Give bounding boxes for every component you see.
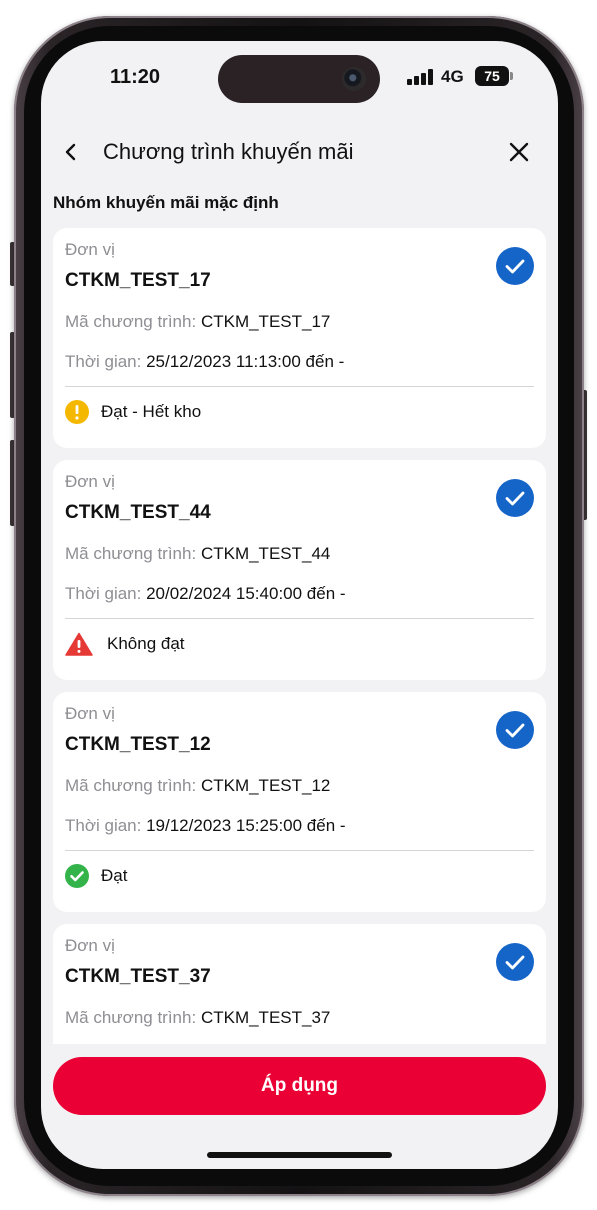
promotion-code: CTKM_TEST_37 [65,966,211,987]
phone-screen: 11:20 4G 75 Chương trình khuyến mãi Nhóm… [41,41,558,1169]
time-row: Thời gian: 19/12/2023 15:25:00 đến - [65,816,346,836]
status-text: Đạt [101,866,128,885]
program-value: CTKM_TEST_37 [200,1008,331,1027]
time-value: 19/12/2023 15:25:00 đến - [146,816,346,835]
dynamic-island [218,55,380,103]
program-label: Mã chương trình: [65,776,197,795]
battery-icon: 75 [475,66,509,86]
back-button[interactable] [59,137,83,167]
program-value: CTKM_TEST_44 [200,544,331,563]
status-row: Đạt [65,864,127,888]
divider [65,618,534,619]
time-label: Thời gian: [65,584,142,603]
status-row: Đạt - Hết kho [65,400,201,424]
battery-level: 75 [484,68,500,84]
status-text: Không đạt [107,634,185,653]
time-label: Thời gian: [65,816,142,835]
promotion-code: CTKM_TEST_17 [65,270,211,291]
time-row: Thời gian: 25/12/2023 11:13:00 đến - [65,352,344,372]
promotion-card[interactable]: Đơn vị CTKM_TEST_17 Mã chương trình: CTK… [53,228,546,448]
promotion-code: CTKM_TEST_44 [65,502,211,523]
network-label: 4G [441,67,464,86]
program-label: Mã chương trình: [65,312,197,331]
promotion-card[interactable]: Đơn vị CTKM_TEST_12 Mã chương trình: CTK… [53,692,546,912]
program-row: Mã chương trình: CTKM_TEST_37 [65,1008,330,1028]
check-icon[interactable] [496,711,534,749]
unit-label: Đơn vị [65,936,115,955]
program-row: Mã chương trình: CTKM_TEST_12 [65,776,330,796]
unit-label: Đơn vị [65,240,115,259]
apply-button[interactable]: Áp dụng [53,1057,546,1115]
camera-icon [342,67,366,91]
status-row: Không đạt [65,632,185,656]
program-label: Mã chương trình: [65,1008,197,1027]
success-check-icon [65,864,89,888]
check-icon[interactable] [496,943,534,981]
alert-triangle-icon [65,632,93,656]
promotion-card[interactable]: Đơn vị CTKM_TEST_37 Mã chương trình: CTK… [53,924,546,1044]
time-label: Thời gian: [65,352,142,371]
divider [65,386,534,387]
time-value: 25/12/2023 11:13:00 đến - [146,352,345,371]
check-icon[interactable] [496,247,534,285]
status-text: Đạt - Hết kho [101,402,202,421]
unit-label: Đơn vị [65,704,115,723]
promotion-card[interactable]: Đơn vị CTKM_TEST_44 Mã chương trình: CTK… [53,460,546,680]
time-row: Thời gian: 20/02/2024 15:40:00 đến - [65,584,346,604]
warning-circle-icon [65,400,89,424]
promotion-code: CTKM_TEST_12 [65,734,211,755]
promotion-list[interactable]: Đơn vị CTKM_TEST_17 Mã chương trình: CTK… [53,228,546,1044]
close-button[interactable] [508,141,530,163]
check-icon[interactable] [496,479,534,517]
program-value: CTKM_TEST_12 [200,776,331,795]
divider [65,850,534,851]
time-value: 20/02/2024 15:40:00 đến - [146,584,346,603]
program-row: Mã chương trình: CTKM_TEST_44 [65,544,330,564]
battery-cap [510,72,513,80]
page-title: Chương trình khuyến mãi [103,139,354,164]
unit-label: Đơn vị [65,472,115,491]
close-icon [509,142,529,162]
status-time: 11:20 [110,66,161,88]
program-label: Mã chương trình: [65,544,197,563]
signal-icon [407,69,435,85]
chevron-left-icon [65,143,76,161]
home-indicator[interactable] [207,1152,392,1158]
program-row: Mã chương trình: CTKM_TEST_17 [65,312,330,332]
section-title: Nhóm khuyến mãi mặc định [53,193,279,212]
program-value: CTKM_TEST_17 [200,312,331,331]
